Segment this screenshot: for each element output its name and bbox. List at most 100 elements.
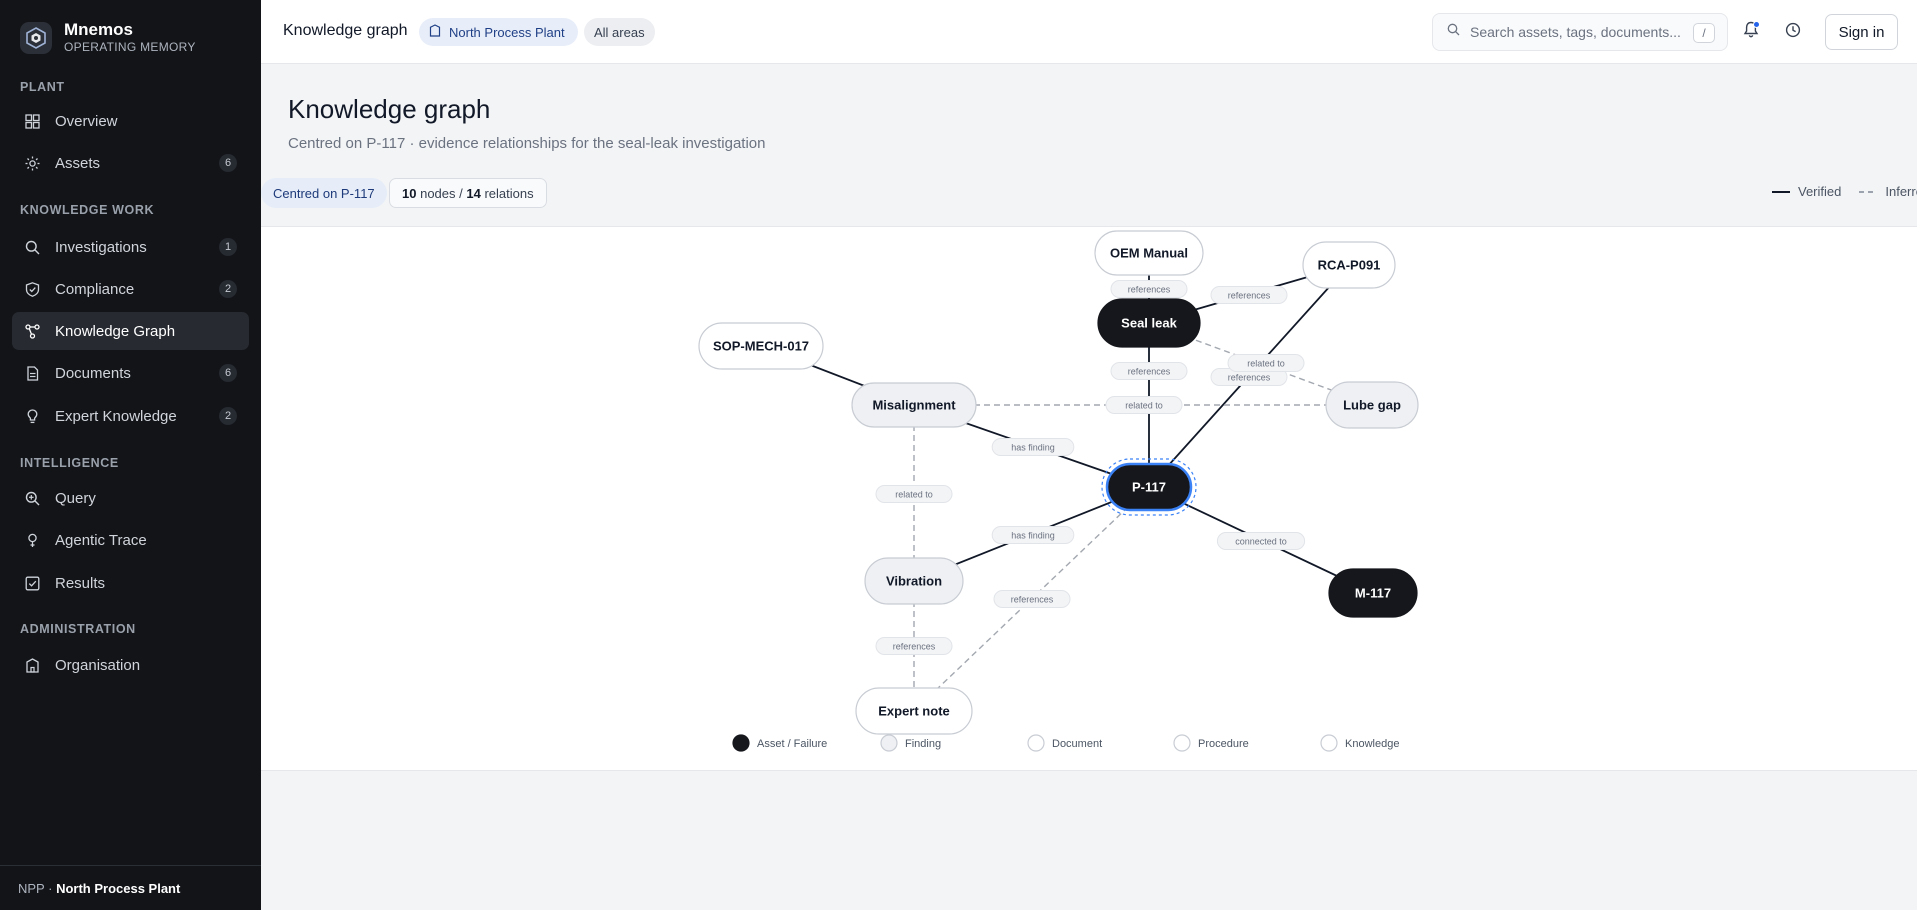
search-icon <box>1447 23 1460 41</box>
graph-node-mis[interactable]: Misalignment <box>851 382 977 428</box>
graph-node-exp[interactable]: Expert note <box>855 687 973 735</box>
count-badge: 1 <box>219 238 237 256</box>
nav-section-plant: PLANT <box>20 80 65 94</box>
sidebar-item-assets[interactable]: Assets 6 <box>12 144 249 182</box>
edge-label-text: has finding <box>1011 442 1055 452</box>
sidebar-item-agentic-trace[interactable]: Agentic Trace <box>12 521 249 559</box>
zoom-icon <box>24 490 40 506</box>
plant-selector-chip[interactable]: North Process Plant <box>419 18 578 46</box>
edge-label-vib-p117: has finding <box>991 526 1075 544</box>
sidebar-item-expert-knowledge[interactable]: Expert Knowledge 2 <box>12 397 249 435</box>
count-badge: 2 <box>219 280 237 298</box>
search-box[interactable]: / <box>1432 13 1728 51</box>
history-button[interactable] <box>1779 18 1807 46</box>
sidebar-item-documents[interactable]: Documents 6 <box>12 354 249 392</box>
brand-name: Mnemos <box>64 20 133 39</box>
edge-label-text: references <box>893 641 936 651</box>
shield-icon <box>24 281 40 297</box>
knowledge-graph-canvas[interactable]: references references references references… <box>261 227 1917 772</box>
sidebar-item-label: Compliance <box>55 280 135 298</box>
graph-node-lube[interactable]: Lube gap <box>1325 381 1419 429</box>
node-label: P-117 <box>1132 480 1166 495</box>
inferred-line-swatch <box>1859 190 1878 193</box>
edge-legend: Verified Inferred <box>1772 184 1917 199</box>
legend-swatch <box>1173 734 1191 752</box>
logo-icon <box>20 21 52 54</box>
centred-on-chip[interactable]: Centred on P-117 <box>261 178 387 208</box>
edge-label-seal-p117: references <box>1110 362 1188 380</box>
sidebar-item-investigations[interactable]: Investigations 1 <box>12 228 249 266</box>
sidebar-item-label: Results <box>55 574 106 592</box>
edge-label-mis-p117: has finding <box>991 438 1075 456</box>
sidebar-item-knowledge-graph[interactable]: Knowledge Graph <box>12 312 249 350</box>
sidebar-item-label: Expert Knowledge <box>55 407 177 425</box>
check-square-icon <box>24 575 40 591</box>
sidebar-item-label: Knowledge Graph <box>55 322 176 340</box>
legend-swatch <box>1320 734 1338 752</box>
edge-label-seal-lube: related to <box>1227 354 1305 372</box>
legend-item-asset-failure: Asset / Failure <box>732 734 827 752</box>
graph-node-p117[interactable]: P-117 <box>1101 458 1197 516</box>
legend-swatch <box>880 734 898 752</box>
areas-filter-chip[interactable]: All areas <box>584 18 655 46</box>
clock-icon <box>1785 22 1801 43</box>
graph-node-m117[interactable]: M-117 <box>1328 568 1418 618</box>
graph-node-oem[interactable]: OEM Manual <box>1094 230 1204 276</box>
trace-icon <box>24 532 40 548</box>
legend-label: Procedure <box>1198 738 1249 750</box>
sidebar-item-label: Assets <box>55 154 101 172</box>
sidebar-item-query[interactable]: Query <box>12 479 249 517</box>
nodes-label: nodes / <box>420 185 463 201</box>
sun-icon <box>24 155 40 171</box>
node-label: Lube gap <box>1343 398 1401 413</box>
count-badge: 6 <box>219 364 237 382</box>
node-type-legend: Asset / Failure Finding Document Procedure K… <box>732 734 1399 752</box>
node-label: Misalignment <box>872 398 956 413</box>
graph-counts-chip: 10 nodes / 14 relations <box>389 178 547 208</box>
graph-node-vib[interactable]: Vibration <box>864 557 964 605</box>
edge-label-vib-exp: references <box>875 637 953 655</box>
page-title: Knowledge graph <box>288 94 491 124</box>
edge-label-text: references <box>1228 290 1271 300</box>
node-label: Expert note <box>878 704 950 719</box>
relations-count: 14 <box>466 185 481 201</box>
graph-node-rca[interactable]: RCA-P091 <box>1302 241 1396 289</box>
sidebar-item-results[interactable]: Results <box>12 564 249 602</box>
brand[interactable]: Mnemos OPERATING MEMORY <box>20 20 196 55</box>
sidebar-item-label: Investigations <box>55 238 147 256</box>
sidebar-item-compliance[interactable]: Compliance 2 <box>12 270 249 308</box>
sidebar-item-overview[interactable]: Overview <box>12 102 249 140</box>
sidebar: Mnemos OPERATING MEMORY PLANT Overview A… <box>0 0 261 910</box>
count-badge: 2 <box>219 407 237 425</box>
search-shortcut-key: / <box>1693 23 1715 43</box>
graph-node-seal[interactable]: Seal leak <box>1097 298 1201 348</box>
search-icon <box>24 239 40 255</box>
node-label: M-117 <box>1355 586 1391 601</box>
sidebar-footer: NPP · North Process Plant <box>0 865 261 910</box>
notifications-button[interactable] <box>1737 18 1765 46</box>
node-label: Seal leak <box>1121 316 1177 331</box>
notification-dot <box>1753 21 1760 28</box>
plant-code: NPP · <box>18 880 53 896</box>
sidebar-item-organisation[interactable]: Organisation <box>12 646 249 684</box>
legend-item-knowledge: Knowledge <box>1320 734 1399 752</box>
sidebar-item-label: Documents <box>55 364 131 382</box>
search-input[interactable] <box>1470 24 1680 40</box>
node-label: Vibration <box>886 574 942 589</box>
page-subtitle: Centred on P-117 · evidence relationship… <box>288 135 766 152</box>
node-label: OEM Manual <box>1110 246 1188 261</box>
inferred-label: Inferred <box>1885 184 1917 199</box>
sign-in-button[interactable]: Sign in <box>1825 14 1898 50</box>
graph-icon <box>24 323 40 339</box>
edge-label-text: related to <box>1247 358 1285 368</box>
topbar: Knowledge graph North Process Plant All … <box>261 0 1917 64</box>
legend-item-document: Document <box>1027 734 1102 752</box>
verified-line-swatch <box>1772 190 1790 193</box>
sidebar-item-label: Organisation <box>55 656 141 674</box>
edge-label-p117-m117: connected to <box>1216 532 1306 550</box>
legend-item-finding: Finding <box>880 734 941 752</box>
graph-node-sop[interactable]: SOP-MECH-017 <box>698 322 824 370</box>
sidebar-item-label: Overview <box>55 112 118 130</box>
lightbulb-icon <box>24 408 40 424</box>
sidebar-item-label: Agentic Trace <box>55 531 147 549</box>
